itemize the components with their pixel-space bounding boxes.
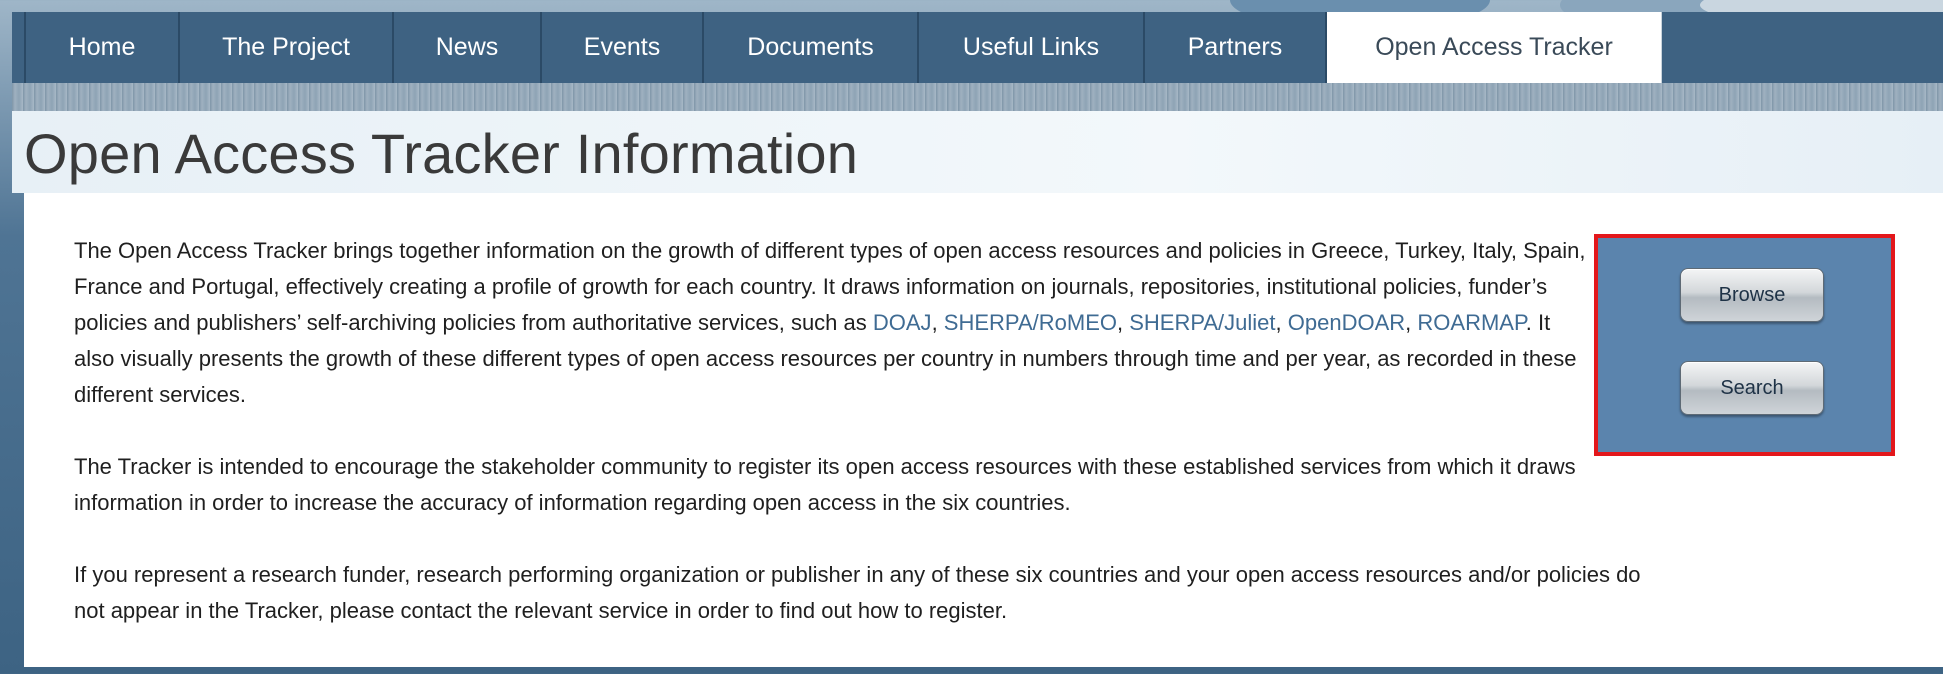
page-title: Open Access Tracker Information [24,122,859,185]
search-button[interactable]: Search [1680,361,1824,415]
browse-button[interactable]: Browse [1680,268,1824,322]
link-sherpa-juliet[interactable]: SHERPA/Juliet [1129,310,1275,335]
nav-item-partners[interactable]: Partners [1145,12,1327,83]
main-navigation: Home The Project News Events Documents U… [12,12,1943,83]
paragraph-tracker-purpose: The Tracker is intended to encourage the… [74,454,1576,515]
nav-item-events[interactable]: Events [542,12,704,83]
nav-item-news[interactable]: News [394,12,542,83]
nav-item-home[interactable]: Home [26,12,180,83]
paragraph-intro: The Open Access Tracker brings together … [74,238,1586,407]
link-sherpa-romeo[interactable]: SHERPA/RoMEO [944,310,1117,335]
content-text: The Open Access Tracker brings together … [74,233,1654,665]
nav-item-open-access-tracker[interactable]: Open Access Tracker [1327,12,1662,83]
link-opendoar[interactable]: OpenDOAR [1288,310,1405,335]
nav-item-documents[interactable]: Documents [704,12,919,83]
paragraph-contact: If you represent a research funder, rese… [74,562,1641,623]
decorative-texture-band [12,83,1943,111]
nav-item-the-project[interactable]: The Project [180,12,394,83]
link-doaj[interactable]: DOAJ [873,310,932,335]
link-roarmap[interactable]: ROARMAP [1417,310,1525,335]
nav-item-useful-links[interactable]: Useful Links [919,12,1145,83]
nav-left-edge [12,12,26,83]
tracker-actions-box: Browse Search [1594,234,1895,456]
